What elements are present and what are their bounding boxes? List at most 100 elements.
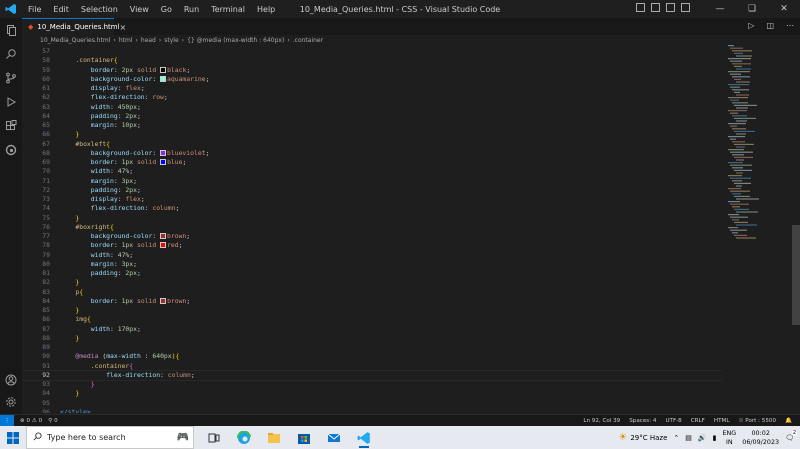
code-line[interactable]: 72 padding: 2px; [22,186,722,195]
vertical-scrollbar[interactable] [792,45,800,413]
edge-devtools-icon[interactable] [0,138,22,162]
task-view-icon[interactable] [204,428,224,448]
mail-icon[interactable] [324,428,344,448]
code-line[interactable]: 74 flex-direction: column; [22,204,722,213]
code-line[interactable]: 59 border: 2px solid black; [22,66,722,75]
extensions-icon[interactable] [0,114,22,138]
menu-go[interactable]: Go [155,5,178,14]
notification-center-icon[interactable]: 🗨 2 [785,429,797,442]
code-line[interactable]: 79 width: 47%; [22,251,722,260]
vscode-taskbar-icon[interactable] [354,428,374,448]
cursor-position[interactable]: Ln 92, Col 39 [583,418,620,424]
live-server-port[interactable]: ☉ Port : 5500 [738,418,776,424]
breadcrumb-html[interactable]: html [119,37,133,44]
color-swatch[interactable] [160,149,167,156]
code-line[interactable]: 90 @media (max-width : 640px){ [22,352,722,361]
code-line[interactable]: 93 } [22,380,722,389]
close-window-icon[interactable]: ✕ [768,4,800,14]
split-editor-icon[interactable]: ◫ [766,21,774,30]
input-language[interactable]: ENG IN [722,429,736,447]
code-line[interactable]: 80 margin: 3px; [22,260,722,269]
toggle-panel-icon[interactable] [651,3,660,12]
menu-run[interactable]: Run [178,5,205,14]
breadcrumb-container[interactable]: .container [293,37,323,44]
code-line[interactable]: 68 background-color: blueviolet; [22,149,722,158]
code-line[interactable]: 87 width: 170px; [22,325,722,334]
remote-indicator-icon[interactable]: ⋮ [0,414,14,427]
battery-icon[interactable]: ▮ [713,434,717,442]
menu-help[interactable]: Help [251,5,281,14]
code-line[interactable]: 77 background-color: brown; [22,232,722,241]
language-mode[interactable]: HTML [714,418,730,424]
menu-edit[interactable]: Edit [47,5,75,14]
menu-file[interactable]: File [22,5,47,14]
explorer-icon[interactable] [0,18,22,42]
scrollbar-thumb[interactable] [792,225,800,325]
windows-start-icon[interactable] [0,426,26,449]
clock[interactable]: 00:02 06/09/2023 [742,429,779,447]
code-line[interactable]: 73 display: flex; [22,195,722,204]
code-line[interactable]: 78 border: 1px solid red; [22,241,722,250]
code-line[interactable]: 62 flex-direction: row; [22,93,722,102]
menu-view[interactable]: View [124,5,155,14]
code-line[interactable]: 60 background-color: aquamarine; [22,75,722,84]
code-line[interactable]: 89 [22,343,722,352]
close-tab-icon[interactable]: × [120,23,127,32]
code-line[interactable]: 81 padding: 2px; [22,269,722,278]
menu-selection[interactable]: Selection [75,5,124,14]
run-icon[interactable]: ▷ [748,21,754,30]
breadcrumb-head[interactable]: head [141,37,156,44]
color-swatch[interactable] [160,242,167,249]
source-control-icon[interactable] [0,66,22,90]
more-actions-icon[interactable]: ⋯ [786,21,794,30]
menu-terminal[interactable]: Terminal [205,5,251,14]
manage-gear-icon[interactable] [0,390,22,414]
network-icon[interactable]: ▤ [685,434,692,442]
code-line[interactable]: 88 } [22,334,722,343]
search-icon[interactable] [0,42,22,66]
end-of-line[interactable]: CRLF [691,418,705,424]
edge-browser-icon[interactable] [234,428,254,448]
indentation[interactable]: Spaces: 4 [629,418,656,424]
code-line[interactable]: 61 display: flex; [22,84,722,93]
code-line[interactable]: 84 border: 1px solid brown; [22,297,722,306]
toggle-sidebar-icon[interactable] [636,3,645,12]
code-line[interactable]: 76 #boxright{ [22,223,722,232]
microsoft-store-icon[interactable] [294,428,314,448]
color-swatch[interactable] [160,297,167,304]
minimize-icon[interactable]: — [704,4,736,14]
code-line[interactable]: 85 } [22,306,722,315]
volume-icon[interactable]: 🔊 [698,434,707,442]
toggle-secondary-sidebar-icon[interactable] [666,3,675,12]
color-swatch[interactable] [160,66,167,73]
code-line[interactable]: 94 } [22,389,722,398]
color-swatch[interactable] [160,159,167,165]
code-line[interactable]: 96 </style> [22,408,722,413]
show-hidden-icons[interactable]: ⌃ [673,434,679,442]
code-line[interactable]: 64 padding: 2px; [22,112,722,121]
code-line[interactable]: 58 .container{ [22,56,722,65]
code-line[interactable]: 92 flex-direction: column; [22,369,722,382]
code-editor[interactable]: 57 58 .container{59 border: 2px solid bla… [22,45,722,413]
code-line[interactable]: 95 [22,399,722,408]
code-line[interactable]: 57 [22,47,722,56]
ports-status[interactable]: ⚲ 0 [48,418,57,424]
code-line[interactable]: 65 margin: 10px; [22,121,722,130]
breadcrumb-media[interactable]: {} @media (max-width : 640px) [187,37,284,44]
code-line[interactable]: 91 .container{ [22,362,722,371]
encoding[interactable]: UTF-8 [665,418,681,424]
taskbar-search-box[interactable]: Type here to search 🎮 [26,426,194,449]
weather-widget[interactable]: ☀ 29°C Haze [618,432,667,443]
code-line[interactable]: 83 p{ [22,288,722,297]
tab-10-media-queries[interactable]: ◆ 10_Media_Queries.html × [22,18,126,35]
customize-layout-icon[interactable] [681,3,690,12]
breadcrumb-file[interactable]: 10_Media_Queries.html [40,37,110,44]
code-line[interactable]: 67 #boxleft{ [22,140,722,149]
code-line[interactable]: 86 img{ [22,315,722,324]
run-debug-icon[interactable] [0,90,22,114]
accounts-icon[interactable] [0,368,22,392]
code-line[interactable]: 70 width: 47%; [22,167,722,176]
notifications-bell-icon[interactable]: 🔔 [785,418,792,424]
code-line[interactable]: 75 } [22,214,722,223]
color-swatch[interactable] [160,75,167,82]
